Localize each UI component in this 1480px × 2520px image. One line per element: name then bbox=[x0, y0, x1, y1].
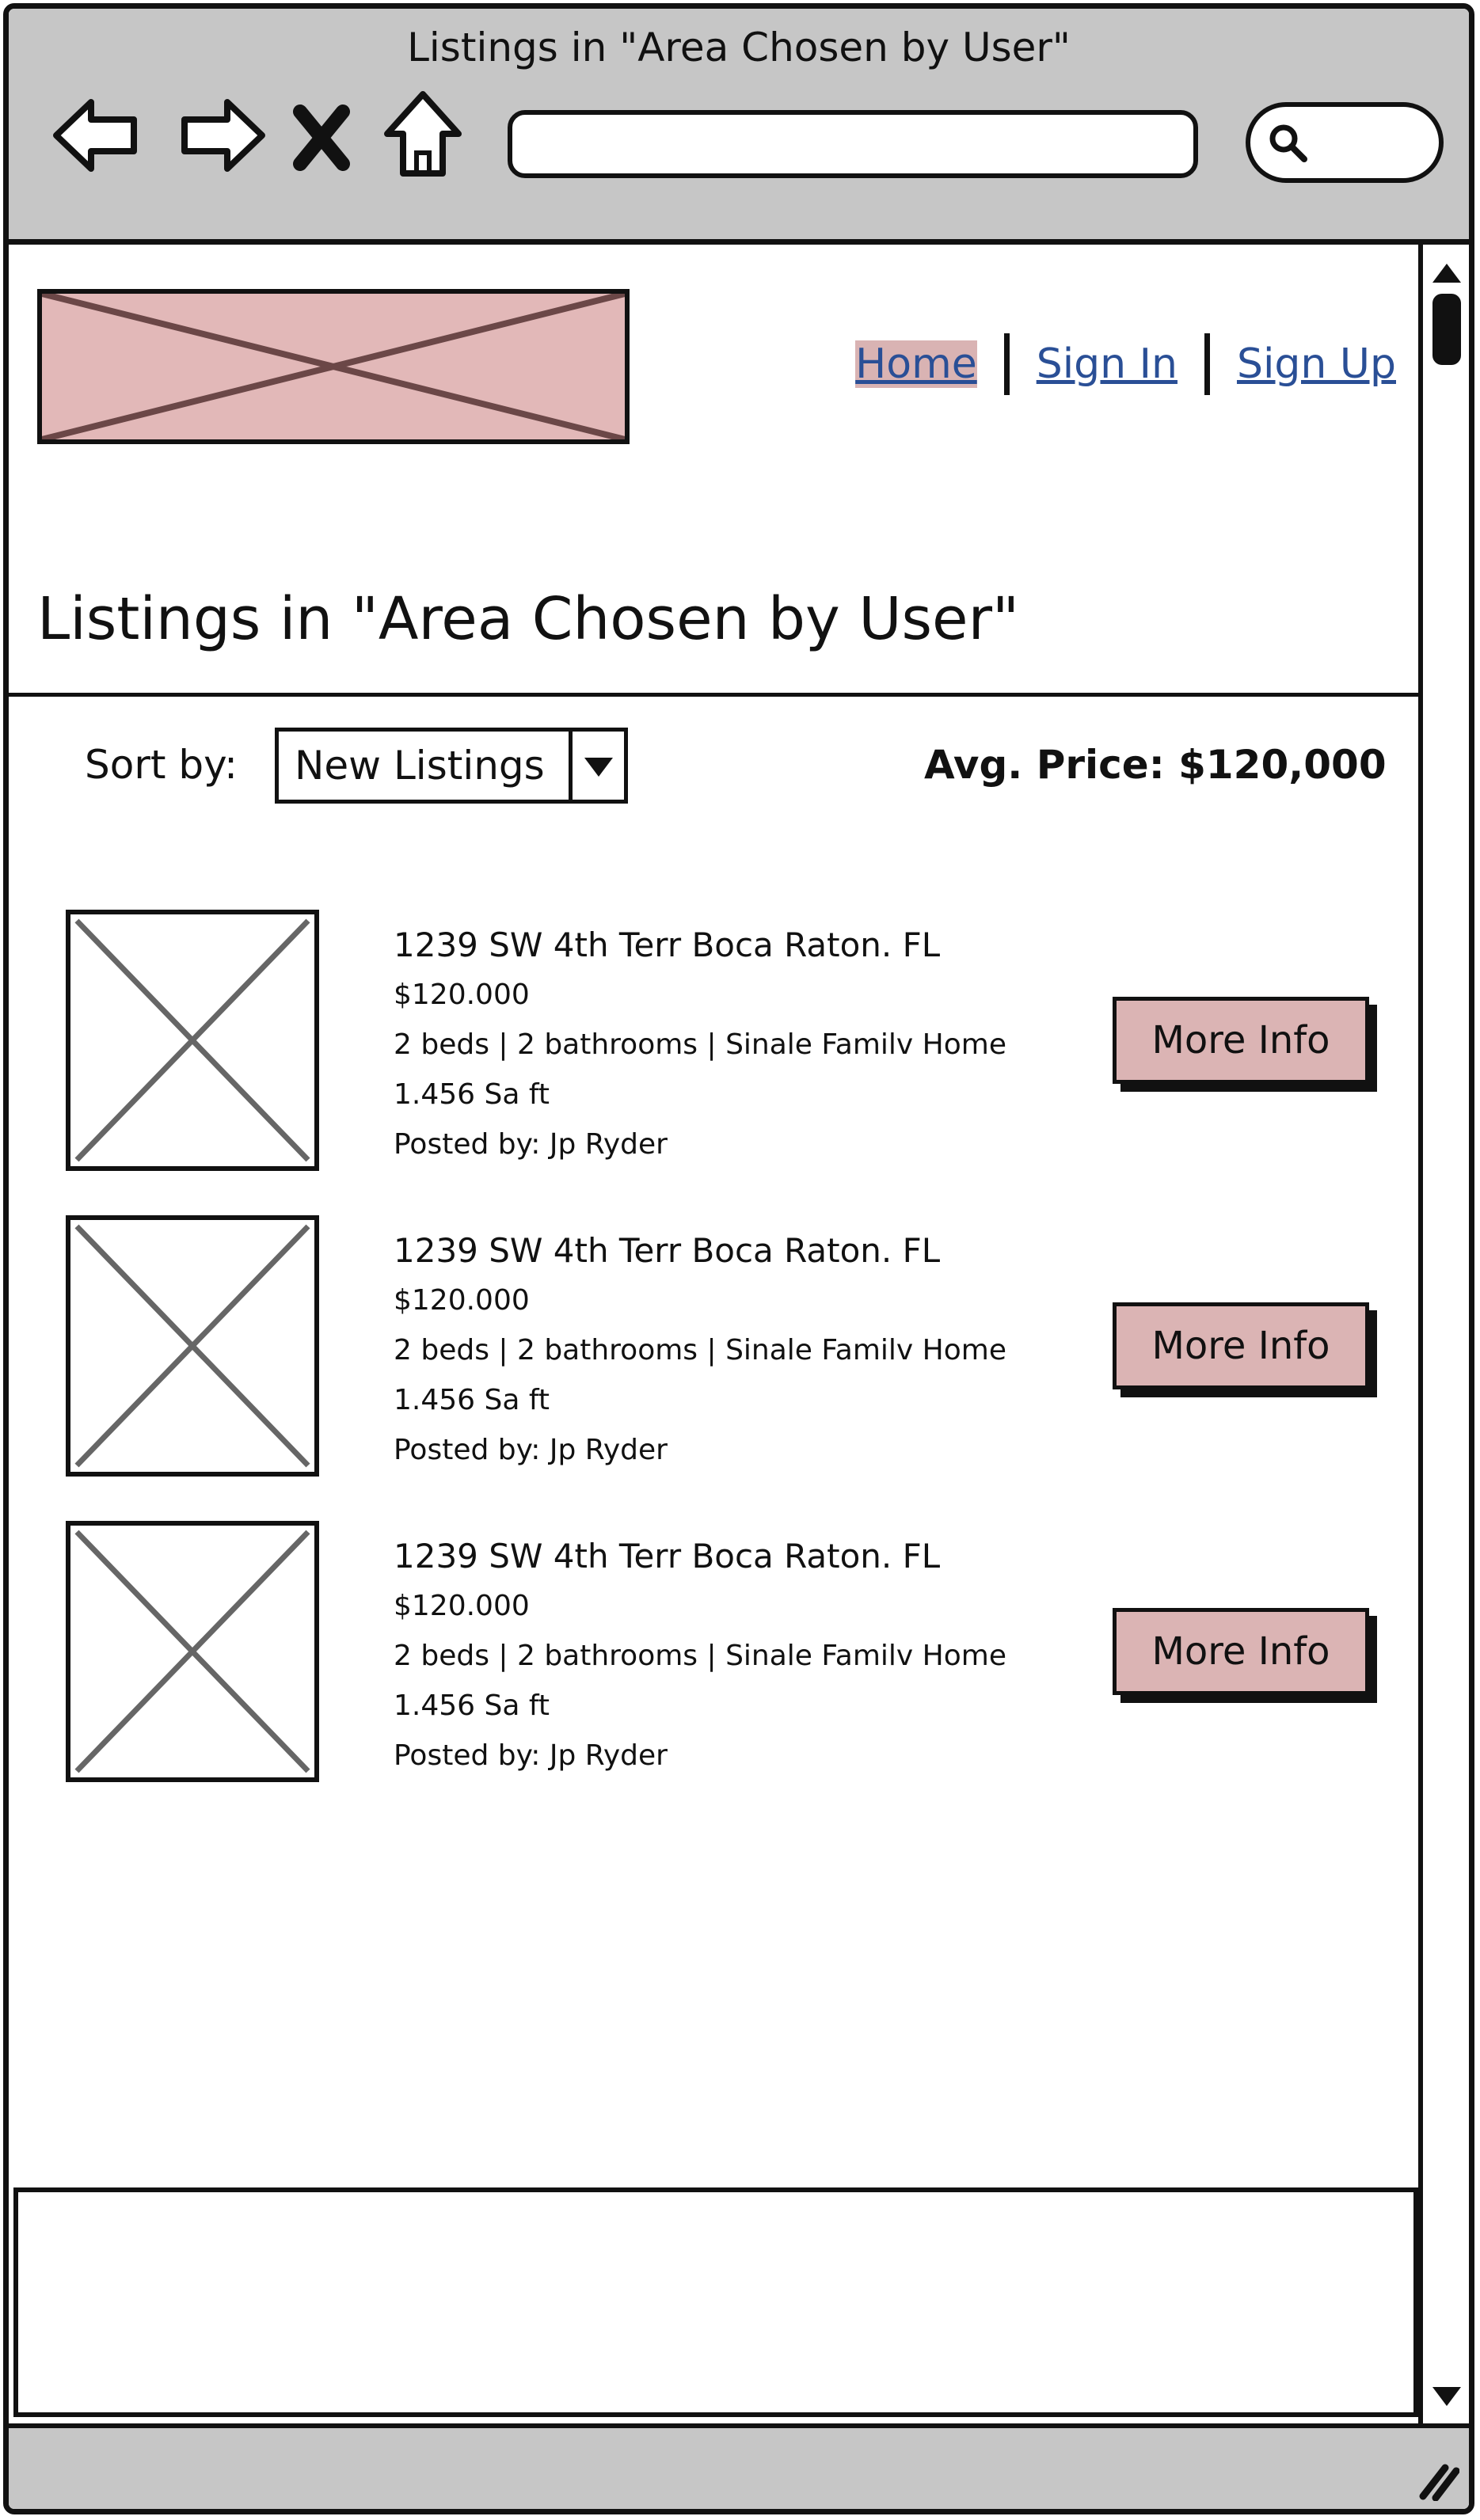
scroll-up-icon[interactable] bbox=[1428, 256, 1466, 294]
url-bar[interactable] bbox=[508, 110, 1198, 178]
vertical-scrollbar[interactable] bbox=[1418, 245, 1469, 2423]
nav-link-sign-in[interactable]: Sign In bbox=[1037, 340, 1178, 388]
listing-posted-by: Posted by: Jp Ryder bbox=[394, 1434, 668, 1466]
listing-posted-by: Posted by: Jp Ryder bbox=[394, 1128, 668, 1161]
logo-placeholder bbox=[37, 289, 630, 444]
close-icon[interactable] bbox=[286, 88, 357, 183]
footer-area bbox=[13, 2187, 1418, 2417]
scroll-thumb[interactable] bbox=[1432, 294, 1461, 365]
more-info-button[interactable]: More Info bbox=[1113, 997, 1369, 1084]
listing-size: 1.456 Sa ft bbox=[394, 1690, 550, 1722]
title-divider bbox=[9, 693, 1418, 697]
listing-address: 1239 SW 4th Terr Boca Raton. FL bbox=[394, 1537, 941, 1575]
nav-divider bbox=[1204, 333, 1210, 395]
listing-item: 1239 SW 4th Terr Boca Raton. FL $120.000… bbox=[9, 1521, 1418, 1790]
page-content: Home Sign In Sign Up Listings in "Area C… bbox=[9, 245, 1418, 2187]
average-price: Avg. Price: $120,000 bbox=[924, 742, 1387, 788]
listing-image-placeholder[interactable] bbox=[66, 1521, 319, 1782]
search-icon bbox=[1269, 124, 1307, 162]
listing-specs: 2 beds | 2 bathrooms | Sinale Familv Hom… bbox=[394, 1334, 1006, 1366]
nav-link-sign-up[interactable]: Sign Up bbox=[1237, 340, 1396, 388]
page-title: Listings in "Area Chosen by User" bbox=[37, 585, 1020, 653]
resize-grip-icon[interactable] bbox=[1412, 2453, 1459, 2501]
browser-toolbar: Listings in "Area Chosen by User" bbox=[9, 9, 1469, 245]
browser-window: Listings in "Area Chosen by User" Home S… bbox=[3, 3, 1474, 2514]
listing-item: 1239 SW 4th Terr Boca Raton. FL $120.000… bbox=[9, 1215, 1418, 1484]
back-arrow-icon[interactable] bbox=[50, 88, 145, 183]
listing-details: 1239 SW 4th Terr Boca Raton. FL $120.000… bbox=[394, 1226, 1006, 1475]
forward-arrow-icon[interactable] bbox=[173, 88, 268, 183]
status-bar bbox=[9, 2423, 1469, 2509]
chevron-down-icon[interactable] bbox=[569, 732, 624, 800]
top-nav: Home Sign In Sign Up bbox=[855, 333, 1396, 395]
listing-details: 1239 SW 4th Terr Boca Raton. FL $120.000… bbox=[394, 1532, 1006, 1781]
listing-posted-by: Posted by: Jp Ryder bbox=[394, 1739, 668, 1772]
more-info-button[interactable]: More Info bbox=[1113, 1608, 1369, 1695]
sort-dropdown[interactable]: New Listings bbox=[275, 728, 628, 804]
sort-label: Sort by: bbox=[85, 742, 238, 788]
listing-specs: 2 beds | 2 bathrooms | Sinale Familv Hom… bbox=[394, 1028, 1006, 1061]
listing-price: $120.000 bbox=[394, 1590, 530, 1622]
listing-address: 1239 SW 4th Terr Boca Raton. FL bbox=[394, 1231, 941, 1270]
listing-price: $120.000 bbox=[394, 979, 530, 1011]
listing-size: 1.456 Sa ft bbox=[394, 1384, 550, 1416]
search-input[interactable] bbox=[1246, 102, 1444, 183]
home-icon[interactable] bbox=[379, 88, 466, 183]
scroll-down-icon[interactable] bbox=[1428, 2376, 1466, 2414]
more-info-button[interactable]: More Info bbox=[1113, 1302, 1369, 1389]
window-title: Listings in "Area Chosen by User" bbox=[407, 25, 1071, 70]
listing-price: $120.000 bbox=[394, 1284, 530, 1317]
nav-link-home[interactable]: Home bbox=[855, 340, 977, 388]
listing-address: 1239 SW 4th Terr Boca Raton. FL bbox=[394, 926, 941, 964]
listing-image-placeholder[interactable] bbox=[66, 1215, 319, 1477]
sort-selected-value: New Listings bbox=[295, 743, 545, 789]
listing-specs: 2 beds | 2 bathrooms | Sinale Familv Hom… bbox=[394, 1640, 1006, 1672]
listing-item: 1239 SW 4th Terr Boca Raton. FL $120.000… bbox=[9, 910, 1418, 1179]
listing-details: 1239 SW 4th Terr Boca Raton. FL $120.000… bbox=[394, 921, 1006, 1169]
nav-divider bbox=[1003, 333, 1010, 395]
listing-size: 1.456 Sa ft bbox=[394, 1078, 550, 1111]
listing-image-placeholder[interactable] bbox=[66, 910, 319, 1171]
